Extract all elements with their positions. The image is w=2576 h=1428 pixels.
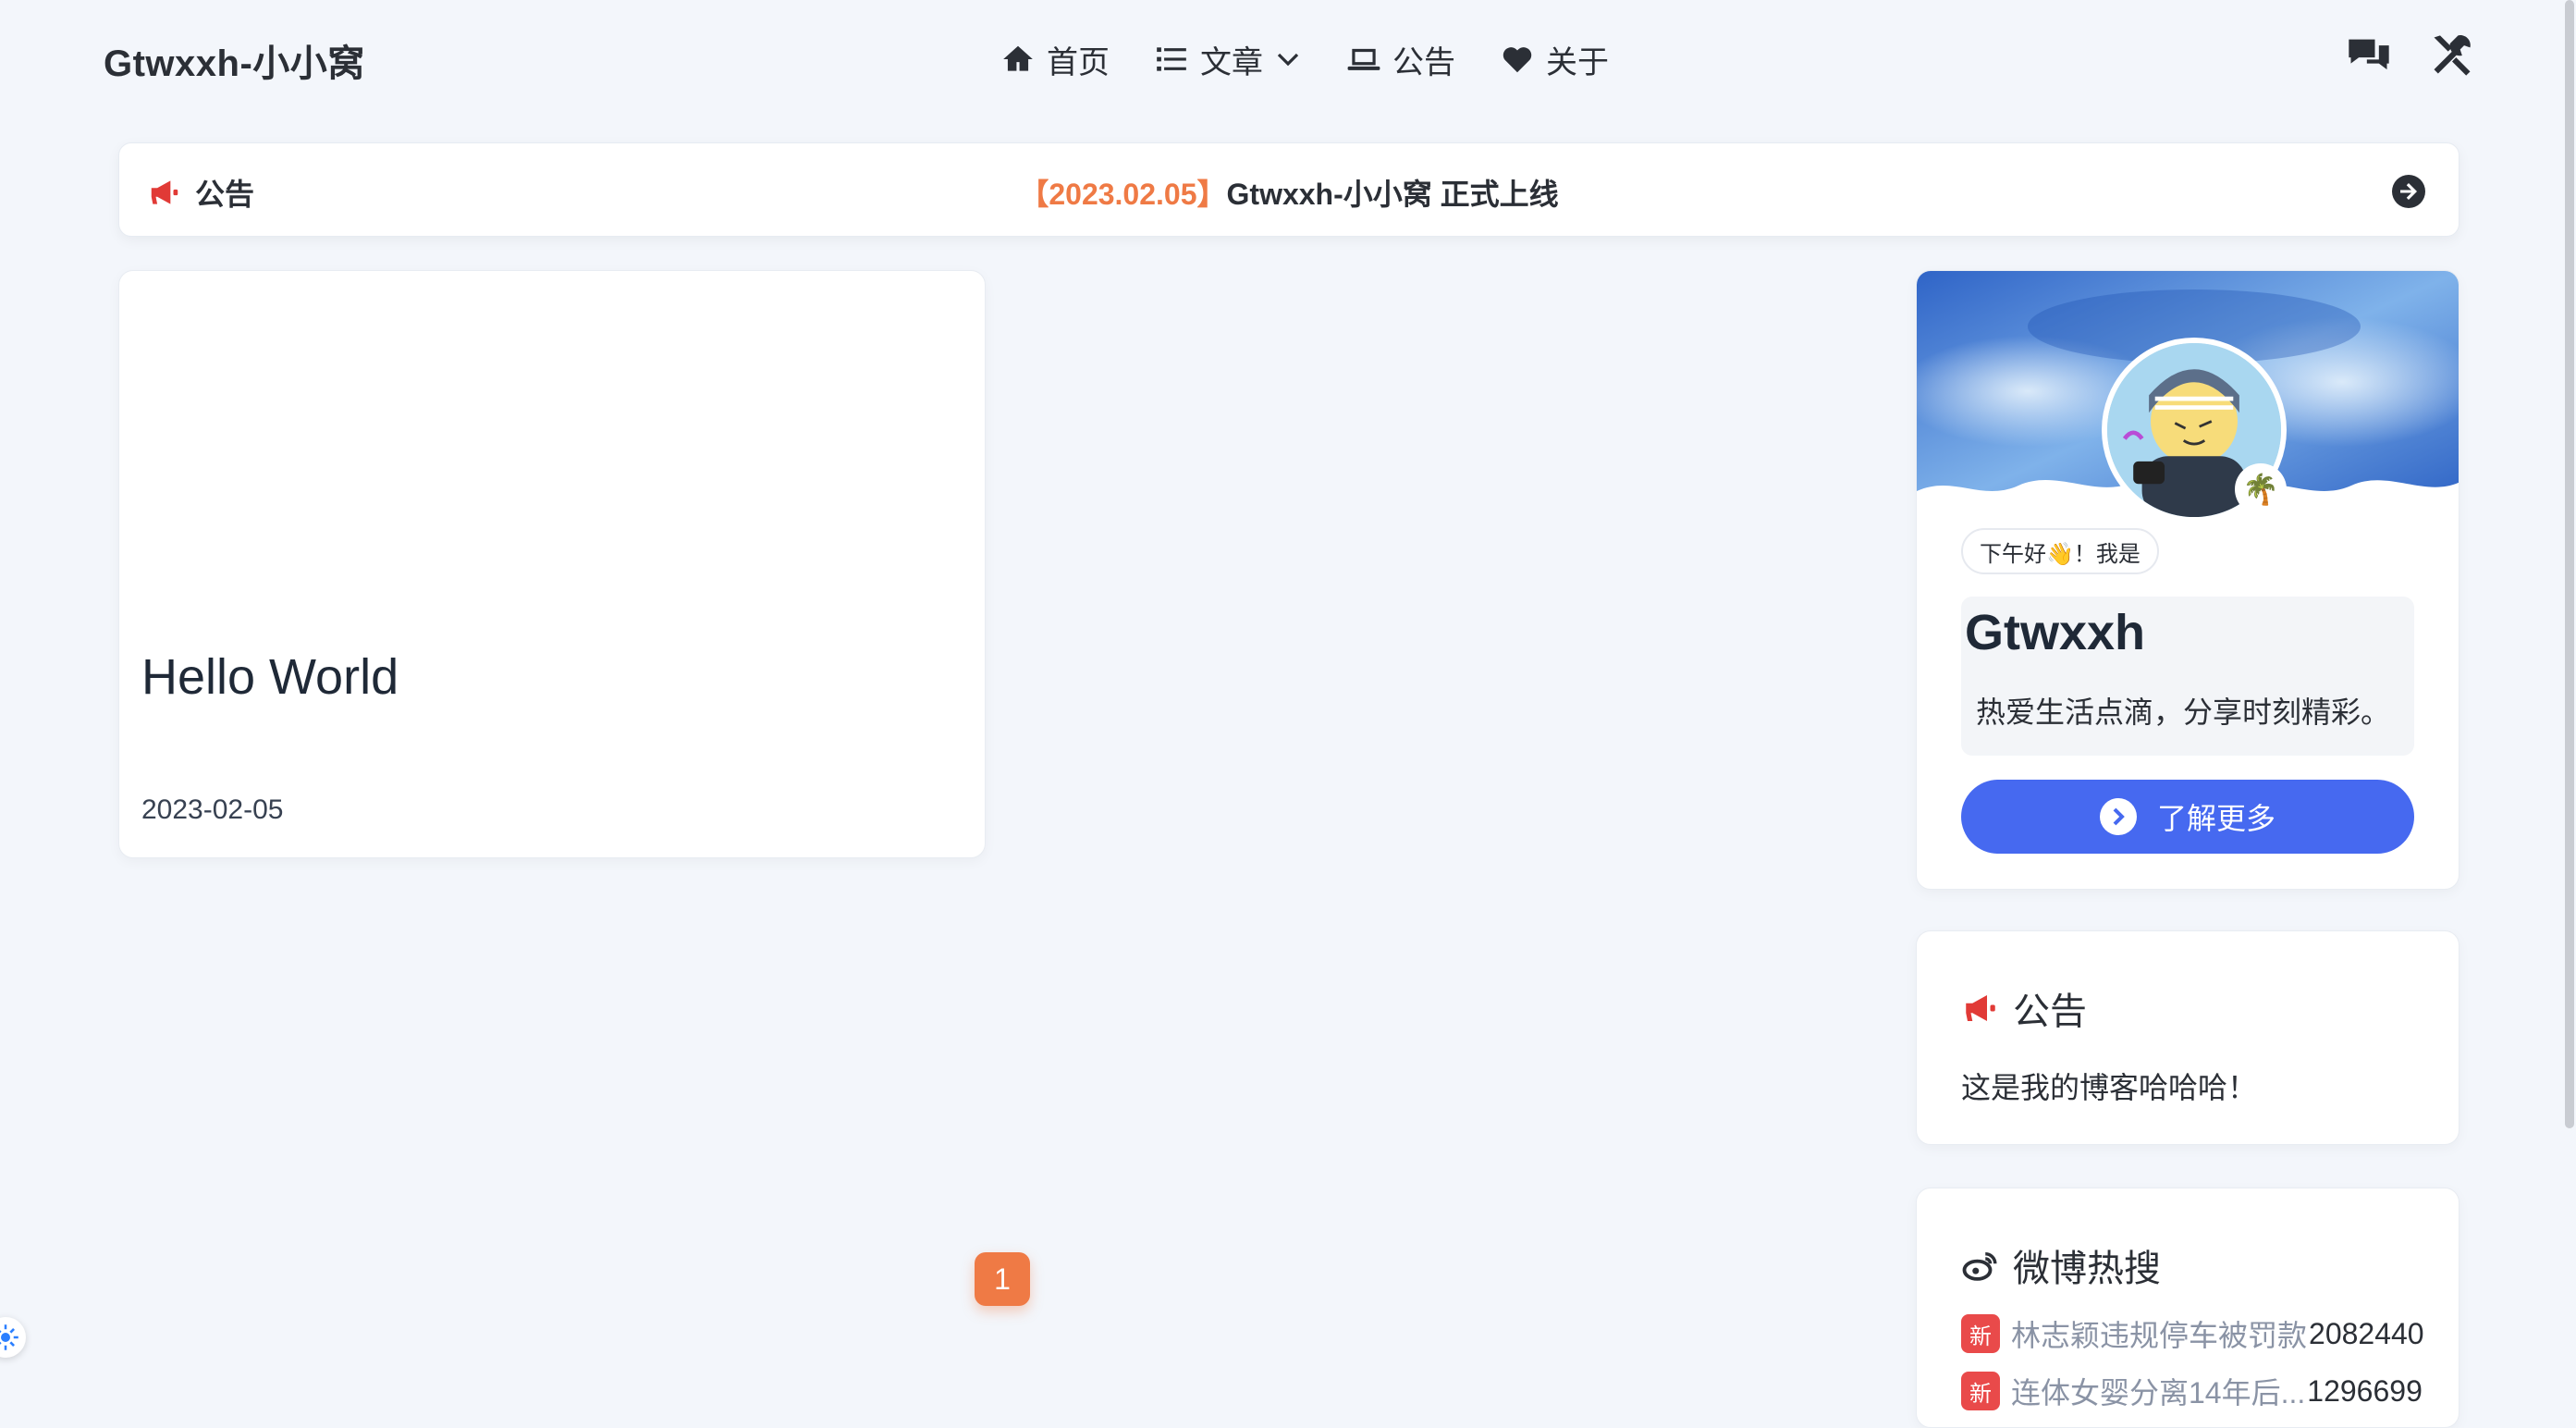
post-card[interactable]: Hello World 2023-02-05 <box>118 270 986 858</box>
arrow-right-circle-icon[interactable] <box>2392 175 2425 208</box>
announcement-text[interactable]: 【2023.02.05】Gtwxxh-小小窝 正式上线 <box>119 171 2459 214</box>
nav-item-articles[interactable]: 文章 <box>1154 37 1302 82</box>
new-badge: 新 <box>1961 1314 2000 1353</box>
profile-bio: 热爱生活点滴，分享时刻精彩。 <box>1976 696 2391 729</box>
settings-gear-icon[interactable] <box>0 1317 26 1358</box>
weibo-item-title[interactable]: 连体女婴分离14年后... <box>2011 1370 2305 1412</box>
page-scrollbar[interactable] <box>2563 0 2576 1413</box>
post-title[interactable]: Hello World <box>141 648 399 706</box>
profile-card: 🌴 下午好👋！我是 Gtwxxh 热爱生活点滴，分享时刻精彩。 了解更多 <box>1916 270 2459 890</box>
chevron-right-circle-icon <box>2099 798 2137 835</box>
nav-item-notice[interactable]: 公告 <box>1346 37 1455 82</box>
weibo-item-title[interactable]: 林志颖违规停车被罚款 <box>2011 1312 2307 1355</box>
chat-icon[interactable] <box>2345 31 2393 80</box>
nav-right-tools <box>2345 31 2476 80</box>
weibo-card-title: 微博热搜 <box>2013 1249 2161 1289</box>
main-menu: 首页 文章 公告 关于 <box>1000 33 1609 85</box>
list-item[interactable]: 新 连体女婴分离14年后... 1296699 <box>1961 1368 2423 1414</box>
nav-item-label: 文章 <box>1200 44 1263 80</box>
notice-card-text: 这是我的博客哈哈哈！ <box>1961 1071 2258 1104</box>
nav-item-label: 首页 <box>1047 44 1110 80</box>
list-icon <box>1157 47 1186 71</box>
site-logo[interactable]: Gtwxxh-小小窝 <box>104 33 365 87</box>
new-badge: 新 <box>1961 1372 2000 1410</box>
notice-card-header: 公告 <box>1961 981 2087 1035</box>
post-date: 2023-02-05 <box>141 794 284 825</box>
notice-card: 公告 这是我的博客哈哈哈！ <box>1916 930 2459 1145</box>
announcement-message: Gtwxxh-小小窝 正式上线 <box>1226 178 1559 211</box>
nav-item-label: 公告 <box>1392 44 1455 80</box>
home-icon <box>1003 45 1033 71</box>
nav-item-label: 关于 <box>1546 44 1609 80</box>
tools-icon[interactable] <box>2428 31 2476 80</box>
learn-more-label: 了解更多 <box>2156 802 2275 835</box>
announcement-date: 【2023.02.05】 <box>1019 178 1227 211</box>
heart-icon <box>1503 47 1532 73</box>
scrollbar-thumb[interactable] <box>2565 0 2574 1128</box>
weibo-list: 新 林志颖违规停车被罚款 2082440 新 连体女婴分离14年后... 129… <box>1961 1311 2424 1425</box>
announcement-bar: 公告 【2023.02.05】Gtwxxh-小小窝 正式上线 <box>118 142 2459 237</box>
nav-item-home[interactable]: 首页 <box>1000 37 1110 82</box>
learn-more-button[interactable]: 了解更多 <box>1961 780 2414 854</box>
weibo-icon <box>1962 1252 1997 1281</box>
pagination-page-button[interactable]: 1 <box>975 1252 1030 1306</box>
weibo-card-header: 微博热搜 <box>1961 1238 2161 1292</box>
nav-item-about[interactable]: 关于 <box>1500 37 1609 82</box>
weibo-item-count: 2082440 <box>2309 1316 2424 1350</box>
notice-card-title: 公告 <box>2013 991 2087 1032</box>
status-badge: 🌴 <box>2235 463 2287 515</box>
profile-name: Gtwxxh <box>1965 605 2146 660</box>
greeting-pill: 下午好👋！我是 <box>1961 528 2159 574</box>
top-navbar: Gtwxxh-小小窝 首页 文章 公告 关于 <box>0 0 2576 118</box>
chevron-down-icon <box>1277 53 1299 67</box>
weibo-hot-card: 微博热搜 新 林志颖违规停车被罚款 2082440 新 连体女婴分离14年后..… <box>1916 1188 2459 1428</box>
laptop-icon <box>1347 48 1380 70</box>
megaphone-icon <box>1966 995 1995 1021</box>
list-item[interactable]: 新 林志颖违规停车被罚款 2082440 <box>1961 1311 2424 1357</box>
weibo-item-count: 1296699 <box>2307 1373 2423 1408</box>
